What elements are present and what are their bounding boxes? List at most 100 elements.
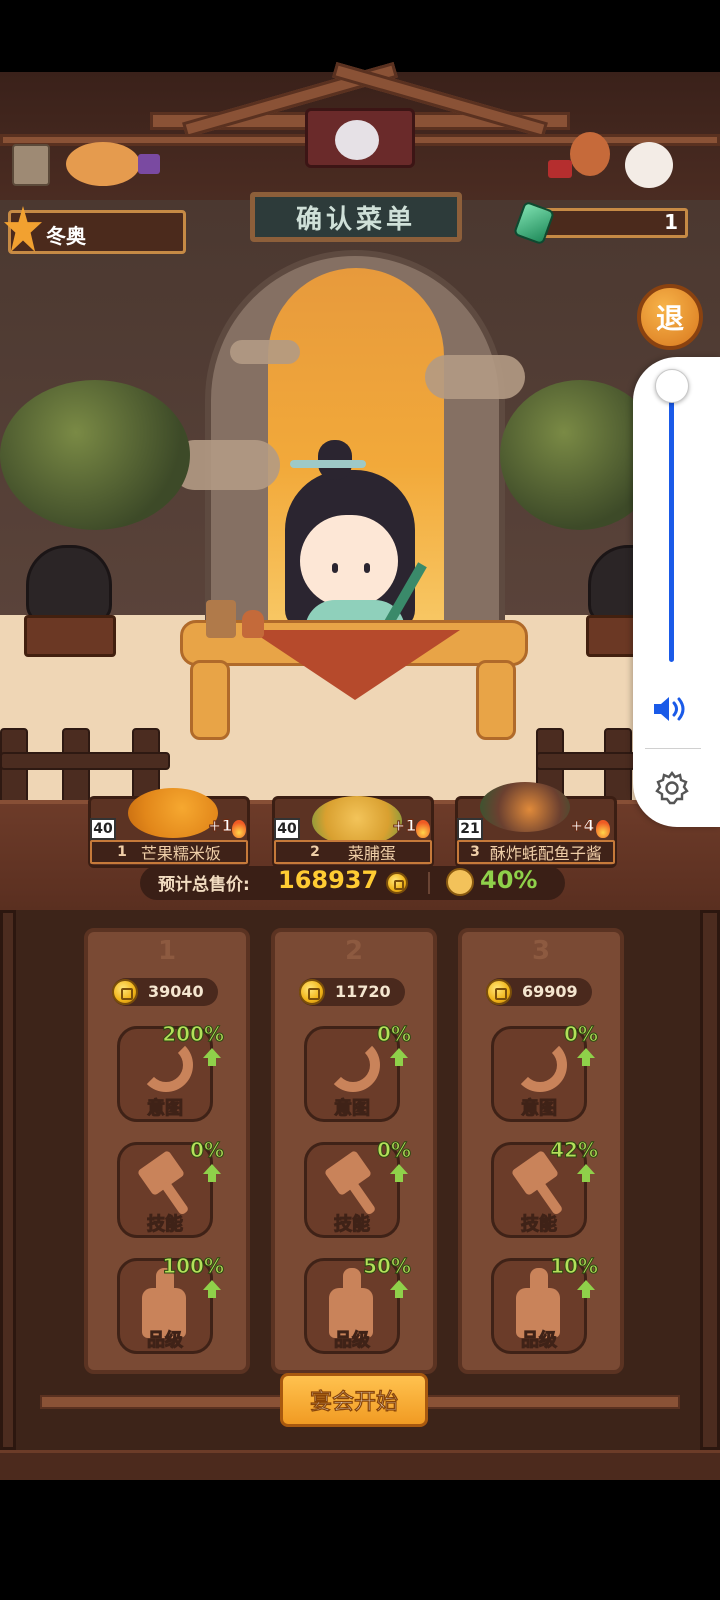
up-arrow-stem — [395, 1290, 403, 1298]
dish-name-box: 3 酥炸蚝配鱼子酱 — [457, 840, 615, 864]
monk-figure — [570, 132, 610, 176]
character-hairpin — [290, 460, 366, 468]
attribute-label: 品级 — [147, 1330, 184, 1352]
column-price: 11720 — [335, 982, 391, 1001]
attribute-label: 技能 — [521, 1214, 558, 1236]
character-eye — [332, 563, 338, 573]
column-price: 39040 — [148, 982, 204, 1001]
volume-slider-track[interactable] — [669, 386, 674, 662]
up-arrow-stem — [582, 1174, 590, 1182]
roof — [0, 61, 720, 202]
speaker-icon[interactable] — [652, 694, 692, 724]
character-eye — [364, 563, 370, 573]
coin-icon — [299, 979, 325, 1005]
attribute-percent: 100% — [162, 1254, 225, 1279]
left-pillar — [0, 910, 16, 1450]
up-arrow-icon — [390, 1048, 408, 1058]
left-plant-foliage — [0, 380, 190, 530]
desk-leg — [190, 660, 230, 740]
up-arrow-icon — [390, 1280, 408, 1290]
attribute-label: 技能 — [334, 1214, 371, 1236]
ink-bottle — [242, 610, 264, 638]
total-price: 168937 — [278, 866, 379, 894]
preserved-radish-omelette-image — [312, 796, 402, 846]
up-arrow-icon — [390, 1164, 408, 1174]
attribute-percent: 200% — [162, 1022, 225, 1047]
bottom-floor — [0, 1450, 720, 1480]
gear-icon[interactable] — [654, 770, 690, 806]
attribute-label: 品级 — [334, 1330, 371, 1352]
up-arrow-icon — [577, 1048, 595, 1058]
status-bar-area — [0, 0, 720, 72]
dish-name: 芒果糯米饭 — [140, 844, 221, 863]
left-plant-pot — [26, 545, 112, 625]
book-icon — [138, 154, 160, 174]
white-cat — [625, 142, 673, 188]
attribute-percent: 50% — [363, 1254, 412, 1279]
column-number: 3 — [531, 936, 551, 966]
ladle-icon — [513, 1038, 567, 1092]
attribute-percent: 0% — [190, 1138, 225, 1163]
column-number: 1 — [157, 936, 177, 966]
dish-bonus: +1 — [208, 816, 234, 836]
dish-name-box: 2 菜脯蛋 — [274, 840, 432, 864]
volume-slider-knob[interactable] — [655, 369, 689, 403]
dish-index: 1 — [117, 844, 127, 860]
start-banquet-button[interactable]: 宴会开始 — [280, 1373, 428, 1427]
up-arrow-icon — [203, 1280, 221, 1290]
fence-rail — [0, 752, 170, 770]
fried-oyster-caviar-image — [480, 782, 570, 832]
attribute-percent: 0% — [564, 1022, 599, 1047]
attribute-label: 意图 — [147, 1098, 184, 1120]
up-arrow-stem — [395, 1174, 403, 1182]
attribute-percent: 0% — [377, 1022, 412, 1047]
fire-icon — [232, 820, 246, 838]
divider — [428, 872, 430, 894]
red-book-icon — [548, 160, 572, 178]
coin-icon — [386, 872, 408, 894]
ladle-icon — [326, 1038, 380, 1092]
attribute-label: 品级 — [521, 1330, 558, 1352]
exit-button[interactable]: 退 — [637, 284, 703, 350]
gem-count: 1 — [664, 210, 678, 234]
menu-title-sign: 确认菜单 — [250, 192, 462, 242]
player-name: 冬奥 — [46, 224, 86, 248]
up-arrow-icon — [577, 1280, 595, 1290]
bonus-rate-icon — [446, 868, 474, 896]
up-arrow-icon — [203, 1164, 221, 1174]
player-name-box[interactable] — [8, 210, 186, 254]
dish-bonus: +4 — [570, 816, 596, 836]
dish-name: 菜脯蛋 — [347, 844, 396, 863]
dish-quantity: 40 — [90, 818, 116, 840]
column-price: 69909 — [522, 982, 578, 1001]
dish-quantity: 21 — [457, 818, 483, 840]
attribute-percent: 0% — [377, 1138, 412, 1163]
right-pillar — [700, 910, 720, 1450]
up-arrow-stem — [582, 1058, 590, 1066]
dish-name-box: 1 芒果糯米饭 — [90, 840, 248, 864]
fire-icon — [596, 820, 610, 838]
price-label: 预计总售价: — [158, 875, 250, 895]
left-pot-stand — [24, 615, 116, 657]
up-arrow-stem — [208, 1174, 216, 1182]
character-face — [300, 515, 398, 607]
up-arrow-stem — [395, 1058, 403, 1066]
up-arrow-icon — [577, 1164, 595, 1174]
bonus-rate: 40% — [480, 866, 538, 894]
attribute-label: 意图 — [521, 1098, 558, 1120]
volume-divider — [645, 748, 701, 749]
attribute-label: 意图 — [334, 1098, 371, 1120]
attribute-percent: 42% — [550, 1138, 599, 1163]
bottom-area — [0, 1480, 720, 1600]
up-arrow-stem — [208, 1290, 216, 1298]
column-number: 2 — [344, 936, 364, 966]
attribute-percent: 10% — [550, 1254, 599, 1279]
desk-leg — [476, 660, 516, 740]
fire-icon — [416, 820, 430, 838]
ladle-icon — [139, 1038, 193, 1092]
dish-index: 2 — [310, 844, 320, 860]
coin-icon — [112, 979, 138, 1005]
paw-sign — [12, 144, 50, 186]
attribute-label: 技能 — [147, 1214, 184, 1236]
coin-icon — [486, 979, 512, 1005]
